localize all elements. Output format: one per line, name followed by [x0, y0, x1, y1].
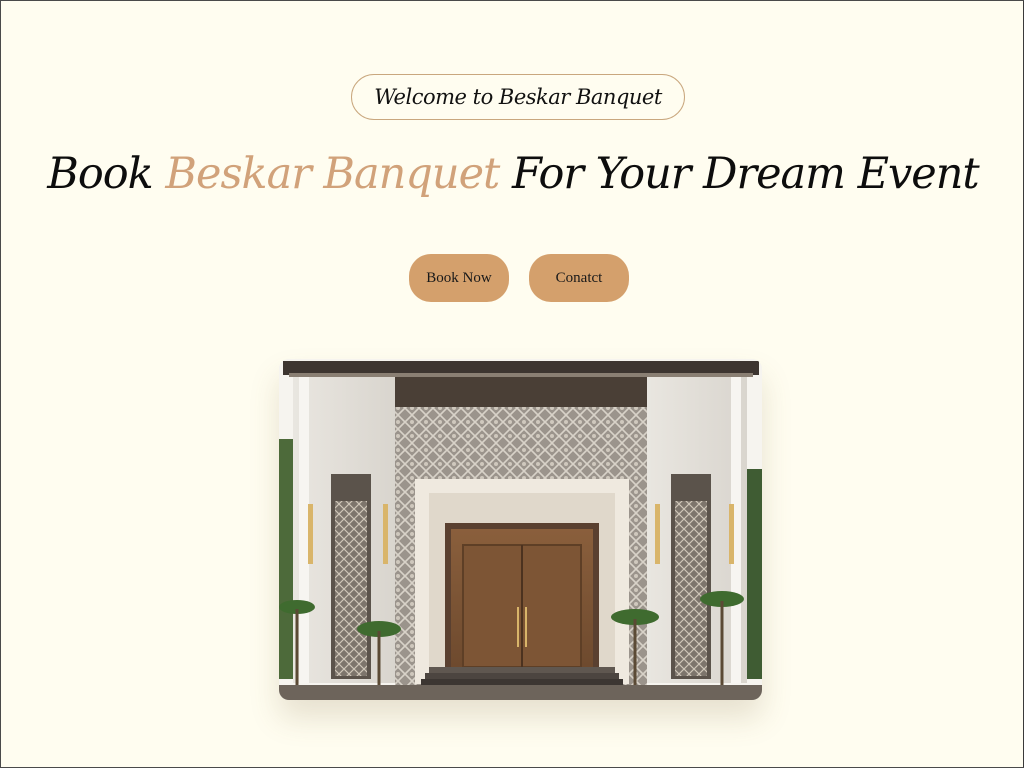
welcome-text: Welcome to Beskar Banquet [374, 85, 662, 109]
contact-button[interactable]: Conatct [529, 254, 629, 302]
browser-viewport: Welcome to Beskar Banquet Book Beskar Ba… [0, 0, 1024, 768]
banquet-hall-image [279, 359, 762, 700]
hero-title-accent: Beskar Banquet [165, 149, 500, 199]
hero-title: Book Beskar Banquet For Your Dream Event [1, 149, 1023, 199]
hero-title-prefix: Book [47, 149, 166, 199]
book-now-button[interactable]: Book Now [409, 254, 509, 302]
hero-title-suffix: For Your Dream Event [499, 149, 980, 199]
welcome-badge: Welcome to Beskar Banquet [351, 74, 685, 120]
